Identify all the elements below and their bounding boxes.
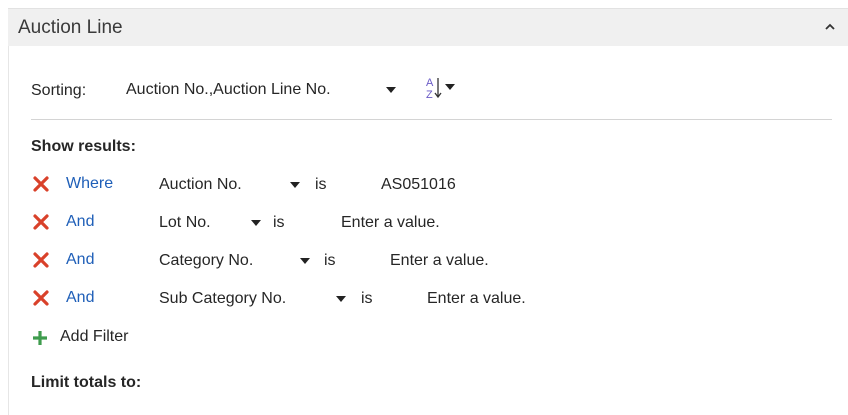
filter-field-select[interactable]: Sub Category No. [159, 289, 286, 309]
filter-connector[interactable]: And [66, 288, 94, 308]
remove-filter-icon[interactable] [32, 213, 50, 231]
filter-field-select[interactable]: Lot No. [159, 213, 211, 233]
filter-field-caret[interactable] [336, 296, 346, 302]
show-results-label: Show results: [31, 138, 136, 155]
filter-pane: Auction Line Sorting: Auction No.,Auctio… [0, 0, 848, 415]
filter-operator: is [315, 176, 327, 193]
filter-connector[interactable]: And [66, 212, 94, 232]
filter-field-caret[interactable] [300, 258, 310, 264]
limit-totals-label: Limit totals to: [31, 374, 142, 391]
filter-operator: is [273, 214, 285, 231]
filter-value-input[interactable]: Enter a value. [427, 289, 526, 309]
remove-filter-icon[interactable] [32, 175, 50, 193]
filter-field-caret[interactable] [290, 182, 300, 188]
filter-field-select[interactable]: Auction No. [159, 175, 242, 195]
filter-operator: is [324, 252, 336, 269]
sorting-field-select[interactable]: Auction No.,Auction Line No. [126, 80, 331, 100]
filter-connector[interactable]: Where [66, 174, 113, 194]
sorting-label: Sorting: [31, 82, 87, 99]
collapse-button[interactable] [818, 15, 842, 39]
filter-field-caret[interactable] [251, 220, 261, 226]
filter-value-input[interactable]: Enter a value. [341, 213, 440, 233]
filter-value-input[interactable]: AS051016 [381, 175, 456, 195]
pane-left-border [8, 46, 9, 415]
svg-text:A: A [426, 77, 434, 89]
filter-operator: is [361, 290, 373, 307]
section-divider [31, 119, 832, 120]
plus-icon[interactable] [32, 330, 48, 346]
add-filter-label[interactable]: Add Filter [60, 327, 128, 347]
sorting-dropdown-caret[interactable] [386, 87, 396, 93]
filter-connector[interactable]: And [66, 250, 94, 270]
filter-field-select[interactable]: Category No. [159, 251, 253, 271]
chevron-up-icon [825, 23, 835, 30]
filter-value-input[interactable]: Enter a value. [390, 251, 489, 271]
sort-ascending-az-icon: A Z [426, 77, 455, 101]
sort-direction-toggle[interactable]: A Z [425, 74, 461, 102]
remove-filter-icon[interactable] [32, 289, 50, 307]
remove-filter-icon[interactable] [32, 251, 50, 269]
svg-text:Z: Z [426, 89, 433, 101]
panel-title: Auction Line [18, 17, 123, 38]
panel-header[interactable]: Auction Line [8, 8, 848, 46]
